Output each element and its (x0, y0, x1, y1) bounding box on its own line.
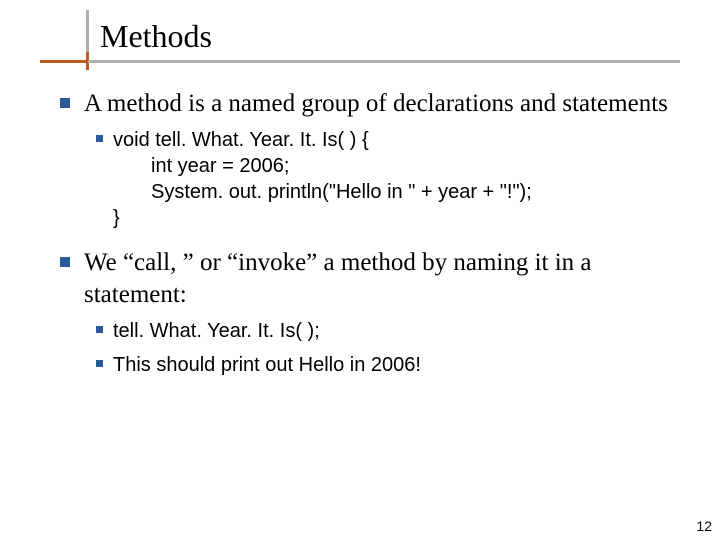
output-note: This should print out Hello in 2006! (113, 352, 421, 378)
bullet1-text: A method is a named group of declaration… (84, 88, 668, 119)
bullet-level2: tell. What. Year. It. Is( ); (96, 318, 680, 344)
square-bullet-icon (96, 326, 103, 333)
title-area: Methods (0, 0, 720, 55)
slide-title: Methods (100, 18, 212, 54)
title-rule-horizontal-accent (40, 60, 88, 63)
square-bullet-icon (96, 135, 103, 142)
code-line-4: } (113, 205, 532, 231)
bullet-level1: A method is a named group of declaration… (60, 88, 680, 119)
slide: Methods A method is a named group of dec… (0, 0, 720, 540)
square-bullet-icon (60, 98, 70, 108)
bullet-level1: We “call, ” or “invoke” a method by nami… (60, 247, 680, 310)
bullet2-text: We “call, ” or “invoke” a method by nami… (84, 247, 680, 310)
square-bullet-icon (60, 257, 70, 267)
square-bullet-icon (96, 360, 103, 367)
code-line-2: int year = 2006; (113, 153, 532, 179)
title-rule-horizontal (40, 60, 680, 63)
output-note-prefix: This should print out (113, 354, 299, 376)
page-number: 12 (696, 518, 712, 534)
code-line-1: void tell. What. Year. It. Is( ) { (113, 127, 532, 153)
bullet-level2: This should print out Hello in 2006! (96, 352, 680, 378)
output-note-highlight: Hello in 2006! (299, 354, 421, 376)
body-content: A method is a named group of declaration… (60, 88, 680, 382)
code-call-line: tell. What. Year. It. Is( ); (113, 318, 320, 344)
code-line-3: System. out. println("Hello in " + year … (113, 179, 532, 205)
code-block: void tell. What. Year. It. Is( ) { int y… (113, 127, 532, 231)
bullet-level2: void tell. What. Year. It. Is( ) { int y… (96, 127, 680, 231)
